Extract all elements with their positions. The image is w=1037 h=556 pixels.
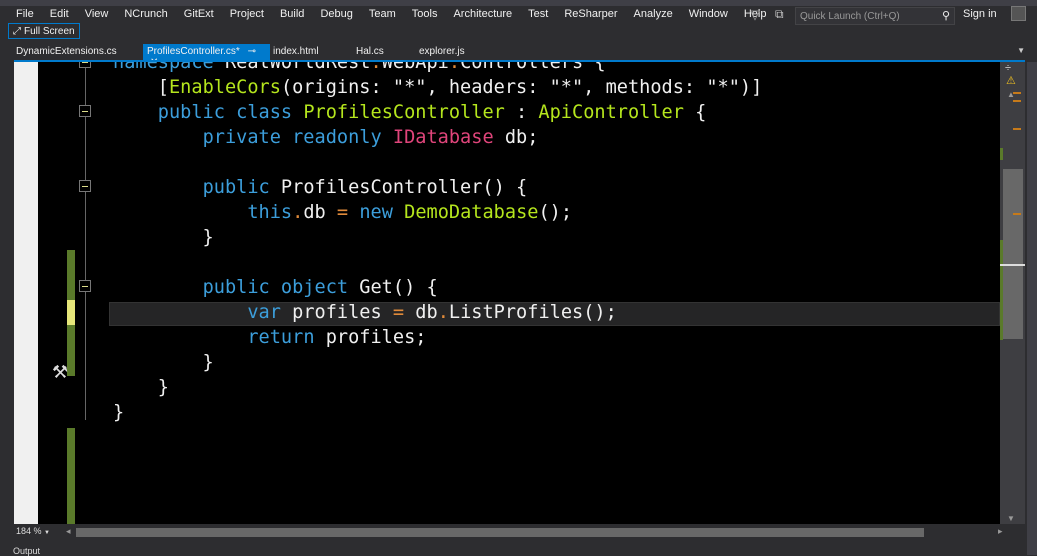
menu-analyze[interactable]: Analyze bbox=[626, 8, 681, 20]
quick-launch-placeholder: Quick Launch (Ctrl+Q) bbox=[800, 11, 900, 22]
quick-launch-input[interactable]: Quick Launch (Ctrl+Q) ⚲ bbox=[795, 7, 955, 25]
code-text[interactable]: namespace RealWorldRest.WebApi.Controlle… bbox=[113, 62, 762, 425]
collapse-icon[interactable] bbox=[79, 105, 91, 117]
collapse-icon[interactable] bbox=[79, 62, 91, 68]
hammer-icon[interactable]: ⚒ bbox=[52, 362, 68, 383]
menu-gitext[interactable]: GitExt bbox=[176, 8, 222, 20]
sign-in-link[interactable]: Sign in bbox=[963, 8, 997, 20]
code-editor[interactable]: ⚒ namespace RealWorldRest.WebApi.Control… bbox=[14, 62, 1000, 524]
zoom-level-dropdown[interactable]: 184 % ▼ bbox=[14, 526, 50, 539]
change-marker bbox=[1000, 148, 1003, 160]
scroll-left-icon[interactable]: ◂ bbox=[66, 526, 71, 537]
chevron-down-icon: ▼ bbox=[44, 530, 50, 536]
marker bbox=[1013, 92, 1021, 94]
marker bbox=[1013, 213, 1021, 215]
collapse-icon[interactable] bbox=[79, 180, 91, 192]
caret-marker bbox=[1000, 264, 1025, 266]
tab-label: ProfilesController.cs* bbox=[147, 46, 240, 57]
zoom-level: 184 % bbox=[16, 526, 42, 536]
change-bar-current bbox=[67, 300, 75, 325]
avatar[interactable] bbox=[1011, 6, 1026, 21]
menu-edit[interactable]: Edit bbox=[42, 8, 77, 20]
menu-project[interactable]: Project bbox=[222, 8, 272, 20]
tab-dynamicextensions[interactable]: DynamicExtensions.cs bbox=[16, 44, 117, 60]
tab-profilescontroller[interactable]: ProfilesController.cs* ⊸ ✕ bbox=[143, 44, 270, 68]
tab-explorer-js[interactable]: explorer.js bbox=[419, 44, 465, 60]
tab-hal-cs[interactable]: Hal.cs bbox=[356, 44, 384, 60]
change-bar bbox=[67, 428, 75, 524]
full-screen-label: Full Screen bbox=[24, 25, 75, 37]
menu-architecture[interactable]: Architecture bbox=[445, 8, 520, 20]
vertical-scrollbar[interactable]: ÷ ⚠ ▲ ▼ bbox=[1000, 62, 1025, 524]
scroll-down-icon[interactable]: ▼ bbox=[1007, 514, 1015, 523]
menu-tools[interactable]: Tools bbox=[404, 8, 446, 20]
scroll-right-icon[interactable]: ▸ bbox=[998, 526, 1003, 537]
menu-resharper[interactable]: ReSharper bbox=[556, 8, 625, 20]
window-edge bbox=[1027, 62, 1037, 555]
pin-icon[interactable]: ⊸ bbox=[248, 46, 256, 57]
search-icon[interactable]: ⚲ bbox=[942, 9, 950, 22]
menu-file[interactable]: File bbox=[0, 8, 42, 20]
menu-debug[interactable]: Debug bbox=[312, 8, 360, 20]
full-screen-button[interactable]: ⤢ Full Screen bbox=[8, 23, 80, 39]
change-marker bbox=[1000, 240, 1003, 340]
horizontal-scrollbar[interactable]: 184 % ▼ ◂ ▸ bbox=[14, 524, 1025, 540]
menu-build[interactable]: Build bbox=[272, 8, 312, 20]
feedback-icon[interactable]: ⧉ bbox=[775, 7, 784, 22]
menu-ncrunch[interactable]: NCrunch bbox=[116, 8, 175, 20]
scrollbar-thumb[interactable] bbox=[1003, 169, 1023, 339]
indicator-margin bbox=[14, 62, 38, 524]
full-screen-icon: ⤢ bbox=[13, 25, 21, 37]
split-icon[interactable]: ÷ bbox=[1005, 62, 1011, 74]
horizontal-scrollbar-thumb[interactable] bbox=[76, 528, 924, 537]
menu-team[interactable]: Team bbox=[361, 8, 404, 20]
filter-icon[interactable]: ▽ bbox=[750, 7, 760, 23]
collapse-icon[interactable] bbox=[79, 280, 91, 292]
menu-test[interactable]: Test bbox=[520, 8, 556, 20]
menu-view[interactable]: View bbox=[77, 8, 117, 20]
tab-index-html[interactable]: index.html bbox=[273, 44, 319, 60]
warning-icon[interactable]: ⚠ bbox=[1006, 74, 1016, 87]
tab-dropdown-icon[interactable]: ▼ bbox=[1017, 46, 1025, 55]
document-tabs: DynamicExtensions.cs ProfilesController.… bbox=[0, 44, 1037, 68]
menu-window[interactable]: Window bbox=[681, 8, 736, 20]
marker bbox=[1013, 100, 1021, 102]
marker bbox=[1013, 128, 1021, 130]
